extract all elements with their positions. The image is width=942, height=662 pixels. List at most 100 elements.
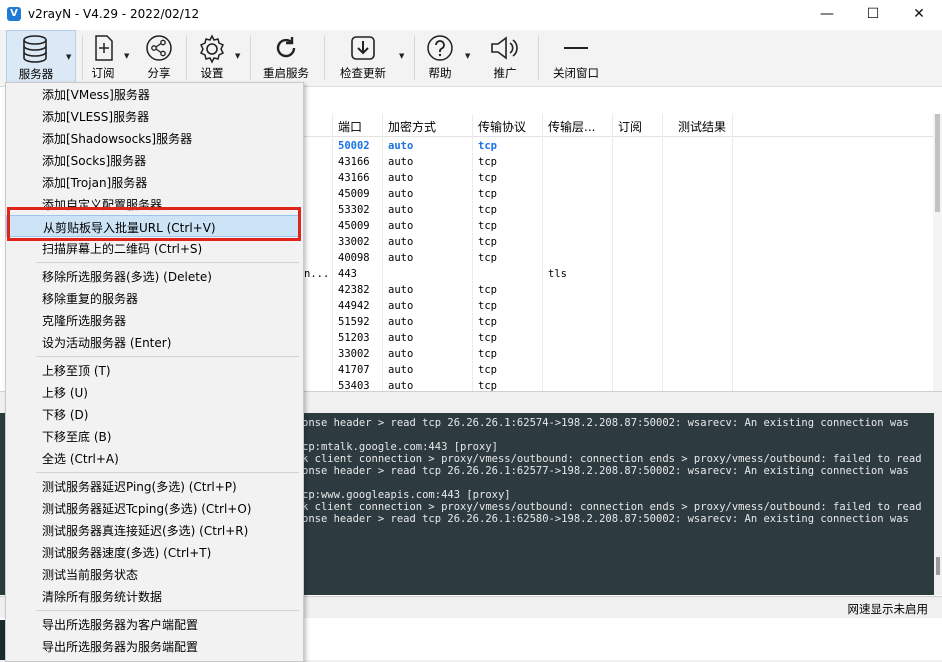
subscription-label: 订阅: [91, 66, 115, 80]
menu-item-label: 添加[Shadowsocks]服务器: [42, 132, 193, 146]
close-button[interactable]: ✕: [896, 0, 942, 30]
table-row[interactable]: 43166 auto tcp: [300, 154, 936, 170]
menu-item-test-speed[interactable]: 测试服务器速度(多选) (Ctrl+T): [6, 541, 301, 563]
grid-scrollbar[interactable]: [933, 114, 942, 391]
check-update-button[interactable]: 检查更新 ▼: [334, 30, 408, 84]
menu-item-label: 设为活动服务器 (Enter): [42, 336, 172, 350]
table-row[interactable]: 51592 auto tcp: [300, 314, 936, 330]
menu-item-move-down[interactable]: 下移 (D): [6, 403, 301, 425]
close-window-button[interactable]: 关闭窗口: [546, 30, 606, 84]
table-row[interactable]: 53302 auto tcp: [300, 202, 936, 218]
menu-item-clone[interactable]: 克隆所选服务器: [6, 309, 301, 331]
log-line: k client connection > proxy/vmess/outbou…: [302, 453, 922, 465]
log-line: k client connection > proxy/vmess/outbou…: [302, 501, 922, 513]
table-row[interactable]: 45009 auto tcp: [300, 186, 936, 202]
menu-item-add-socks[interactable]: 添加[Socks]服务器: [6, 149, 301, 171]
cell-network: tcp: [478, 188, 497, 200]
servers-label: 服务器: [18, 67, 54, 81]
menu-item-remove-duplicates[interactable]: 移除重复的服务器: [6, 287, 301, 309]
table-row[interactable]: 50002 auto tcp: [300, 138, 936, 154]
table-row[interactable]: 42382 auto tcp: [300, 282, 936, 298]
menu-item-export-client[interactable]: 导出所选服务器为客户端配置: [6, 613, 301, 635]
menu-item-select-all[interactable]: 全选 (Ctrl+A): [6, 447, 301, 469]
table-row[interactable]: 33002 auto tcp: [300, 346, 936, 362]
promotion-button[interactable]: 推广: [484, 30, 526, 84]
maximize-button[interactable]: ☐: [850, 0, 896, 30]
chevron-down-icon: ▼: [399, 52, 405, 60]
toolbar: 服务器 ▼ 订阅 ▼ 分享 设置 ▼ 重启服务 检查更新 ▼ 帮助 ▼ 推广 关…: [0, 30, 942, 87]
column-header-subscription[interactable]: 订阅: [618, 118, 642, 135]
log-line: cp:mtalk.google.com:443 [proxy]: [302, 441, 498, 453]
cell-network: tcp: [478, 348, 497, 360]
menu-item-label: 全选 (Ctrl+A): [42, 452, 119, 466]
settings-label: 设置: [200, 66, 224, 80]
cell-port: 45009: [338, 220, 370, 232]
share-label: 分享: [147, 66, 171, 80]
menu-item-add-vless[interactable]: 添加[VLESS]服务器: [6, 105, 301, 127]
subscription-button[interactable]: 订阅 ▼: [86, 30, 140, 84]
table-row[interactable]: 51203 auto tcp: [300, 330, 936, 346]
menu-item-move-top[interactable]: 上移至顶 (T): [6, 359, 301, 381]
highlight-box: [7, 207, 301, 241]
menu-item-add-shadowsocks[interactable]: 添加[Shadowsocks]服务器: [6, 127, 301, 149]
minimize-button[interactable]: —: [804, 0, 850, 30]
reload-service-label: 重启服务: [263, 66, 309, 80]
app-icon: V: [7, 7, 21, 21]
cell-encryption: auto: [388, 300, 414, 312]
cell-encryption: auto: [388, 252, 414, 264]
toolbar-separator: [82, 36, 83, 80]
menu-item-add-trojan[interactable]: 添加[Trojan]服务器: [6, 171, 301, 193]
menu-item-label: 导出所选服务器为服务端配置: [42, 640, 199, 654]
menu-item-label: 测试服务器真连接延迟(多选) (Ctrl+R): [42, 524, 249, 538]
cell-port: 42382: [338, 284, 370, 296]
cell-network: tcp: [478, 204, 497, 216]
cell-port: 44942: [338, 300, 370, 312]
settings-button[interactable]: 设置 ▼: [192, 30, 244, 84]
share-button[interactable]: 分享: [140, 30, 178, 84]
menu-item-move-up[interactable]: 上移 (U): [6, 381, 301, 403]
menu-item-remove-selected[interactable]: 移除所选服务器(多选) (Delete): [6, 265, 301, 287]
menu-item-test-tcping[interactable]: 测试服务器延迟Tcping(多选) (Ctrl+O): [6, 497, 301, 519]
add-document-icon: [93, 34, 115, 65]
menu-item-test-real-delay[interactable]: 测试服务器真连接延迟(多选) (Ctrl+R): [6, 519, 301, 541]
menu-item-set-active[interactable]: 设为活动服务器 (Enter): [6, 331, 301, 353]
menu-item-label: 添加[VMess]服务器: [42, 88, 150, 102]
menu-item-test-status[interactable]: 测试当前服务状态: [6, 563, 301, 585]
column-header-transport[interactable]: 传输层...: [548, 118, 595, 135]
column-header-encryption[interactable]: 加密方式: [388, 118, 436, 135]
scrollbar-thumb[interactable]: [936, 557, 940, 575]
table-row[interactable]: 41707 auto tcp: [300, 362, 936, 378]
column-header-test-result[interactable]: 测试结果: [678, 118, 726, 135]
console-scrollbar[interactable]: [934, 413, 942, 595]
cell-encryption: auto: [388, 204, 414, 216]
check-update-label: 检查更新: [340, 66, 386, 80]
menu-item-label: 上移至顶 (T): [42, 364, 111, 378]
column-header-port[interactable]: 端口: [338, 118, 362, 135]
servers-button[interactable]: 服务器 ▼: [6, 30, 76, 84]
table-row[interactable]: 33002 auto tcp: [300, 234, 936, 250]
menu-item-label: 添加[VLESS]服务器: [42, 110, 150, 124]
scrollbar-thumb[interactable]: [935, 114, 940, 212]
table-row[interactable]: 45009 auto tcp: [300, 218, 936, 234]
table-row[interactable]: 53403 auto tcp: [300, 378, 936, 391]
help-button[interactable]: 帮助 ▼: [420, 30, 474, 84]
menu-item-label: 扫描屏幕上的二维码 (Ctrl+S): [42, 242, 203, 256]
menu-separator: [36, 610, 299, 611]
server-grid[interactable]: 端口 加密方式 传输协议 传输层... 订阅 测试结果 50002 auto tcp…: [300, 114, 936, 391]
column-header-network[interactable]: 传输协议: [478, 118, 526, 135]
cell-network: tcp: [478, 332, 497, 344]
cell-encryption: auto: [388, 332, 414, 344]
menu-item-move-bottom[interactable]: 下移至底 (B): [6, 425, 301, 447]
menu-item-add-vmess[interactable]: 添加[VMess]服务器: [6, 83, 301, 105]
table-row[interactable]: n... 443 tls: [300, 266, 936, 282]
reload-service-button[interactable]: 重启服务: [256, 30, 316, 84]
cell-network: tcp: [478, 252, 497, 264]
table-row[interactable]: 43166 auto tcp: [300, 170, 936, 186]
menu-item-export-server[interactable]: 导出所选服务器为服务端配置: [6, 635, 301, 657]
menu-item-test-ping[interactable]: 测试服务器延迟Ping(多选) (Ctrl+P): [6, 475, 301, 497]
menu-item-clear-stats[interactable]: 清除所有服务统计数据: [6, 585, 301, 607]
table-row[interactable]: 40098 auto tcp: [300, 250, 936, 266]
table-row[interactable]: 44942 auto tcp: [300, 298, 936, 314]
cell-encryption: auto: [388, 220, 414, 232]
toolbar-separator: [414, 36, 415, 80]
